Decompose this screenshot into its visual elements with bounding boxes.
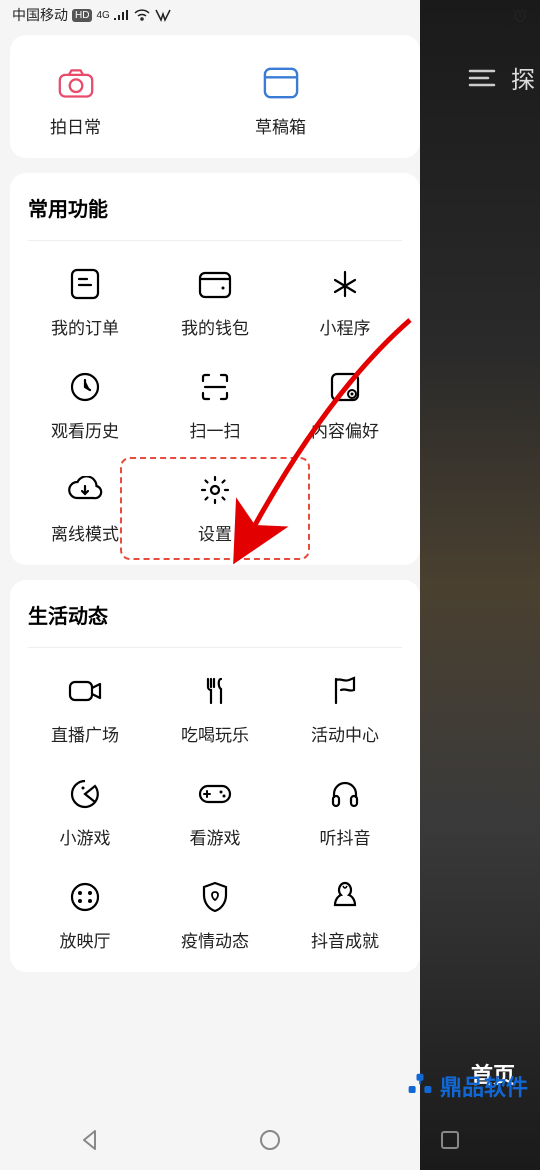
drafts-icon — [263, 65, 299, 101]
shoot-daily-label: 拍日常 — [50, 113, 101, 138]
status-bar: 中国移动 HD 4G — [0, 0, 540, 30]
settings-item[interactable]: 设置 — [150, 472, 280, 545]
scan-label: 扫一扫 — [190, 417, 241, 442]
flag-icon — [327, 673, 363, 709]
drafts-label: 草稿箱 — [255, 113, 306, 138]
alarm-icon — [512, 7, 528, 23]
bg-top-nav: 探 — [468, 60, 535, 95]
divider — [28, 240, 402, 241]
gamepad-icon — [197, 776, 233, 812]
life-title: 生活动态 — [20, 600, 410, 629]
live-label: 直播广场 — [51, 721, 119, 746]
scan-item[interactable]: 扫一扫 — [150, 369, 280, 442]
cinema-icon — [67, 879, 103, 915]
listen-label: 听抖音 — [320, 824, 371, 849]
activity-label: 活动中心 — [311, 721, 379, 746]
pandemic-label: 疫情动态 — [181, 927, 249, 952]
pacman-icon — [67, 776, 103, 812]
4g-text: 4G — [96, 10, 109, 21]
pandemic-item[interactable]: 疫情动态 — [150, 879, 280, 952]
order-icon — [67, 266, 103, 302]
preference-label: 内容偏好 — [311, 417, 379, 442]
shoot-daily-item[interactable]: 拍日常 — [50, 65, 101, 138]
my-orders-item[interactable]: 我的订单 — [20, 266, 150, 339]
back-button[interactable] — [68, 1118, 112, 1162]
divider — [28, 647, 402, 648]
watermark: 鼎品软件 — [406, 1070, 528, 1102]
live-square-item[interactable]: 直播广场 — [20, 673, 150, 746]
extra-icon — [154, 8, 172, 22]
wifi-icon — [134, 9, 150, 21]
listen-item[interactable]: 听抖音 — [280, 776, 410, 849]
preference-item[interactable]: 内容偏好 — [280, 369, 410, 442]
wallet-icon — [197, 266, 233, 302]
preference-icon — [327, 369, 363, 405]
wallet-item[interactable]: 我的钱包 — [150, 266, 280, 339]
home-button[interactable] — [248, 1118, 292, 1162]
carrier-text: 中国移动 — [12, 5, 68, 25]
common-functions-card: 常用功能 我的订单 我的钱包 小程序 观看历史 扫一扫 — [10, 173, 420, 565]
food-label: 吃喝玩乐 — [181, 721, 249, 746]
cinema-item[interactable]: 放映厅 — [20, 879, 150, 952]
food-icon — [197, 673, 233, 709]
signal-icon — [114, 9, 130, 21]
common-title: 常用功能 — [20, 193, 410, 222]
watermark-text: 鼎品软件 — [440, 1070, 528, 1102]
settings-label: 设置 — [198, 520, 232, 545]
offline-item[interactable]: 离线模式 — [20, 472, 150, 545]
life-card: 生活动态 直播广场 吃喝玩乐 活动中心 小游戏 看游戏 — [10, 580, 420, 972]
cinema-label: 放映厅 — [60, 927, 111, 952]
drafts-item[interactable]: 草稿箱 — [255, 65, 306, 138]
achievement-label: 抖音成就 — [311, 927, 379, 952]
minigame-label: 小游戏 — [60, 824, 111, 849]
hd-badge: HD — [72, 9, 92, 22]
history-label: 观看历史 — [51, 417, 119, 442]
camera-icon — [58, 65, 94, 101]
miniapp-item[interactable]: 小程序 — [280, 266, 410, 339]
history-item[interactable]: 观看历史 — [20, 369, 150, 442]
miniapp-label: 小程序 — [320, 314, 371, 339]
offline-icon — [67, 472, 103, 508]
food-item[interactable]: 吃喝玩乐 — [150, 673, 280, 746]
my-orders-label: 我的订单 — [51, 314, 119, 339]
offline-label: 离线模式 — [51, 520, 119, 545]
headphone-icon — [327, 776, 363, 812]
achievement-icon — [327, 879, 363, 915]
watch-game-label: 看游戏 — [190, 824, 241, 849]
menu-icon[interactable] — [468, 67, 496, 89]
history-icon — [67, 369, 103, 405]
top-card: 拍日常 草稿箱 — [10, 35, 420, 158]
miniapp-icon — [327, 266, 363, 302]
shield-icon — [197, 879, 233, 915]
minigame-item[interactable]: 小游戏 — [20, 776, 150, 849]
android-nav-bar — [0, 1110, 540, 1170]
wallet-label: 我的钱包 — [181, 314, 249, 339]
live-icon — [67, 673, 103, 709]
activity-item[interactable]: 活动中心 — [280, 673, 410, 746]
watch-game-item[interactable]: 看游戏 — [150, 776, 280, 849]
bg-explore-text[interactable]: 探 — [511, 60, 535, 95]
watermark-icon — [406, 1072, 434, 1100]
side-menu-panel: 拍日常 草稿箱 常用功能 我的订单 我的钱包 小程序 — [10, 35, 420, 987]
recent-button[interactable] — [428, 1118, 472, 1162]
settings-icon — [197, 472, 233, 508]
background-video-area: 探 首页 — [420, 0, 540, 1170]
achievement-item[interactable]: 抖音成就 — [280, 879, 410, 952]
scan-icon — [197, 369, 233, 405]
